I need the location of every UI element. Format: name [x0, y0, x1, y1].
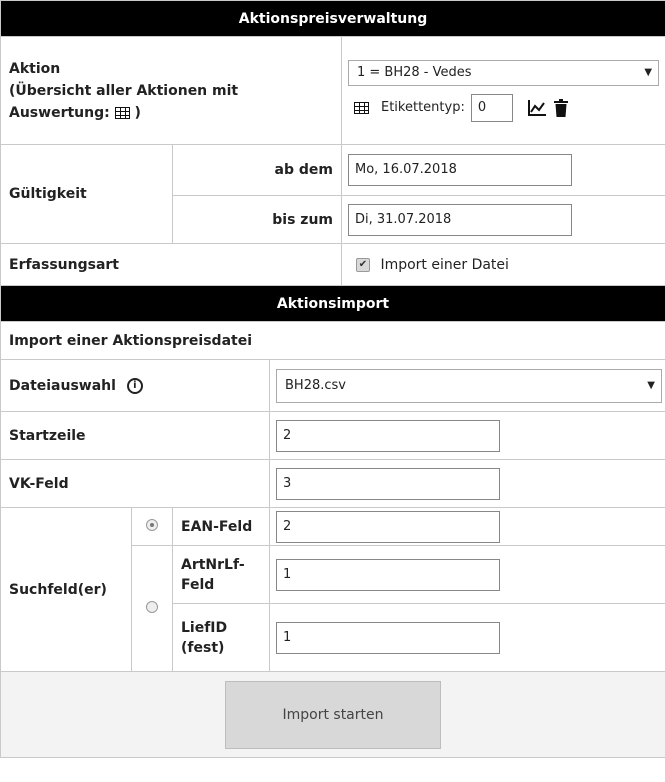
vkfeld-input[interactable]: 3 — [276, 467, 500, 500]
erfassungsart-label: Erfassungsart — [0, 243, 342, 286]
liefid-label-line1: LiefID — [181, 619, 228, 636]
table-overview-icon[interactable] — [114, 106, 130, 119]
dateiauswahl-label: Dateiauswahl — [9, 377, 116, 394]
ab-dem-input[interactable]: Mo, 16.07.2018 — [348, 154, 572, 186]
info-icon[interactable]: i — [126, 377, 143, 394]
dropdown-arrow-icon: ▼ — [644, 66, 653, 78]
startzeile-label: Startzeile — [0, 411, 270, 460]
table-icon[interactable] — [354, 101, 369, 114]
artnr-liefid-radio[interactable] — [146, 600, 158, 613]
button-row: Import starten — [0, 671, 665, 758]
gueltigkeit-label: Gültigkeit — [0, 144, 173, 244]
liefid-label: LiefID (fest) — [172, 603, 270, 672]
aktion-select[interactable]: 1 = BH28 - Vedes ▼ — [348, 59, 660, 86]
etikettentyp-input[interactable]: 0 — [470, 93, 513, 122]
aktion-label-line3: Auswertung: — [9, 104, 110, 121]
import-checkbox[interactable]: ✔ — [356, 257, 370, 272]
artnr-label-line2: Feld — [181, 576, 215, 593]
ean-label: EAN-Feld — [172, 507, 270, 546]
aktion-label-line2: (Übersicht aller Aktionen mit — [9, 82, 239, 99]
artnr-input[interactable]: 1 — [276, 558, 500, 591]
trash-icon[interactable] — [553, 98, 569, 117]
datei-select[interactable]: BH28.csv ▼ — [276, 368, 662, 403]
bis-zum-label: bis zum — [172, 195, 342, 244]
artnr-label-line1: ArtNrLf- — [181, 556, 245, 573]
aktion-label-line1: Aktion — [9, 60, 61, 77]
vkfeld-label: VK-Feld — [0, 459, 270, 508]
aktion-label: Aktion (Übersicht aller Aktionen mit Aus… — [0, 36, 342, 145]
aktion-label-close: ) — [134, 104, 141, 121]
suchfelder-label: Suchfeld(er) — [0, 507, 132, 672]
artnr-label: ArtNrLf- Feld — [172, 545, 270, 604]
section-header-aktionsimport: Aktionsimport — [0, 285, 665, 322]
aktion-select-value: 1 = BH28 - Vedes — [357, 64, 472, 80]
import-subtitle: Import einer Aktionspreisdatei — [0, 321, 665, 360]
bis-zum-input[interactable]: Di, 31.07.2018 — [348, 203, 572, 236]
import-start-button[interactable]: Import starten — [225, 680, 441, 749]
import-option-label: Import einer Datei — [380, 256, 509, 273]
ab-dem-label: ab dem — [172, 144, 342, 196]
aktionspreis-form: Aktionspreisverwaltung Aktion (Übersicht… — [0, 0, 665, 758]
liefid-label-line2: (fest) — [181, 639, 225, 656]
datei-select-value: BH28.csv — [285, 377, 346, 393]
startzeile-input[interactable]: 2 — [276, 419, 500, 452]
section-header-aktionspreisverwaltung: Aktionspreisverwaltung — [0, 0, 665, 37]
liefid-input[interactable]: 1 — [276, 621, 500, 654]
dropdown-arrow-icon: ▼ — [647, 379, 655, 391]
chart-icon[interactable] — [527, 99, 547, 117]
ean-radio[interactable] — [146, 518, 158, 531]
dateiauswahl-cell: Dateiauswahl i — [0, 359, 270, 412]
ean-input[interactable]: 2 — [276, 510, 500, 543]
etikettentyp-label: Etikettentyp: — [381, 100, 465, 115]
